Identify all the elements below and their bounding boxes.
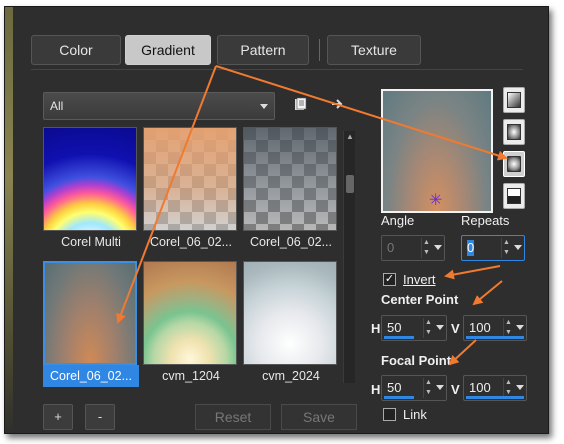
- reset-button[interactable]: Reset: [195, 404, 271, 430]
- radial-style-button[interactable]: [503, 151, 525, 177]
- focal-h-level-bar: [384, 396, 414, 399]
- gradient-preview[interactable]: ✳: [381, 89, 493, 213]
- material-properties-panel: Color Gradient Pattern Texture All Corel…: [4, 6, 549, 434]
- repeats-stepper-icon[interactable]: ▲ ▼: [501, 238, 511, 258]
- linear-style-button[interactable]: [503, 87, 525, 113]
- link-label[interactable]: Link: [403, 407, 427, 422]
- center-v-level-bar: [466, 336, 524, 339]
- rectangular-style-button[interactable]: [503, 119, 525, 145]
- sunburst-style-button[interactable]: [503, 183, 525, 209]
- gradient-name: Corel_06_02...: [43, 365, 139, 387]
- gradient-name: cvm_1204: [162, 369, 220, 383]
- focal-h-value: 50: [387, 380, 402, 395]
- gradient-grid: Corel Multi Corel_06_02... Corel_06_02..…: [43, 127, 345, 391]
- gradient-thumb[interactable]: Corel_06_02...: [143, 127, 239, 253]
- background-image-strip: [5, 7, 13, 433]
- center-h-input[interactable]: 50 ▲ ▼: [381, 315, 447, 341]
- focal-h-label: H: [371, 382, 381, 397]
- angle-input[interactable]: 0 ▲ ▼: [381, 235, 445, 261]
- tab-pattern[interactable]: Pattern: [217, 35, 309, 65]
- gradient-swatch: [243, 127, 337, 231]
- tab-color[interactable]: Color: [31, 35, 121, 65]
- repeats-label: Repeats: [461, 213, 510, 228]
- link-checkbox[interactable]: [383, 408, 396, 421]
- center-v-input[interactable]: 100 ▲ ▼: [463, 315, 527, 341]
- invert-checkbox[interactable]: ✓: [383, 273, 396, 286]
- gradient-swatch: [243, 261, 337, 365]
- invert-label[interactable]: Invert: [403, 272, 436, 287]
- center-h-level-bar: [384, 336, 414, 339]
- chevron-down-icon[interactable]: [516, 325, 524, 330]
- remove-gradient-button[interactable]: -: [85, 404, 115, 430]
- chevron-down-icon[interactable]: [434, 245, 442, 250]
- center-h-value: 50: [387, 320, 402, 335]
- chevron-down-icon[interactable]: [514, 245, 522, 250]
- save-button[interactable]: Save: [281, 404, 357, 430]
- focal-point-marker-icon[interactable]: ✳: [429, 193, 442, 209]
- center-point-label: Center Point: [381, 292, 459, 307]
- repeats-value: 0: [467, 240, 475, 255]
- angle-value: 0: [387, 240, 395, 255]
- chevron-down-icon[interactable]: [516, 385, 524, 390]
- angle-label: Angle: [381, 213, 415, 228]
- focal-v-value: 100: [469, 380, 491, 395]
- add-gradient-button[interactable]: +: [43, 404, 73, 430]
- focal-point-label: Focal Point: [381, 353, 452, 368]
- gradient-swatch: [43, 261, 137, 365]
- focal-h-stepper-icon[interactable]: ▲ ▼: [423, 378, 433, 398]
- center-h-label: H: [371, 321, 381, 336]
- focal-v-label: V: [451, 382, 460, 397]
- center-v-label: V: [451, 321, 460, 336]
- gradient-swatch: [143, 261, 237, 365]
- tab-separator: [319, 39, 320, 61]
- chevron-down-icon[interactable]: [436, 325, 444, 330]
- chevron-down-icon[interactable]: [436, 385, 444, 390]
- focal-v-level-bar: [466, 396, 524, 399]
- angle-stepper-icon[interactable]: ▲ ▼: [421, 238, 431, 258]
- gradient-thumb[interactable]: cvm_1204: [143, 261, 239, 387]
- gradient-scrollbar[interactable]: ▲: [343, 131, 355, 383]
- gradient-name: Corel Multi: [61, 235, 121, 249]
- arrow-right-icon[interactable]: [331, 97, 345, 111]
- center-v-stepper-icon[interactable]: ▲ ▼: [503, 318, 513, 338]
- gradient-thumb[interactable]: cvm_2024: [243, 261, 339, 387]
- gradient-thumb-selected[interactable]: Corel_06_02...: [43, 261, 139, 387]
- library-icon[interactable]: [293, 97, 307, 111]
- sunburst-gradient-icon: [507, 188, 521, 204]
- repeats-input[interactable]: 0 ▲ ▼: [461, 235, 525, 261]
- focal-h-input[interactable]: 50 ▲ ▼: [381, 375, 447, 401]
- scroll-up-icon[interactable]: ▲: [346, 133, 354, 141]
- tab-texture[interactable]: Texture: [327, 35, 421, 65]
- focal-v-stepper-icon[interactable]: ▲ ▼: [503, 378, 513, 398]
- tab-divider: [31, 69, 523, 70]
- gradient-thumb[interactable]: Corel Multi: [43, 127, 139, 253]
- rectangular-gradient-icon: [507, 124, 521, 140]
- category-dropdown[interactable]: All: [43, 92, 275, 120]
- gradient-swatch: [143, 127, 237, 231]
- chevron-down-icon: [260, 104, 268, 109]
- gradient-name: Corel_06_02...: [149, 235, 232, 249]
- tab-gradient[interactable]: Gradient: [125, 35, 211, 65]
- category-dropdown-value: All: [50, 99, 64, 113]
- gradient-swatch: [43, 127, 137, 231]
- scrollbar-thumb[interactable]: [346, 175, 354, 193]
- gradient-name: cvm_2024: [262, 369, 320, 383]
- gradient-thumb[interactable]: Corel_06_02...: [243, 127, 339, 253]
- gradient-name: Corel_06_02...: [249, 235, 332, 249]
- radial-gradient-icon: [507, 156, 521, 172]
- center-h-stepper-icon[interactable]: ▲ ▼: [423, 318, 433, 338]
- linear-gradient-icon: [507, 92, 521, 108]
- focal-v-input[interactable]: 100 ▲ ▼: [463, 375, 527, 401]
- center-v-value: 100: [469, 320, 491, 335]
